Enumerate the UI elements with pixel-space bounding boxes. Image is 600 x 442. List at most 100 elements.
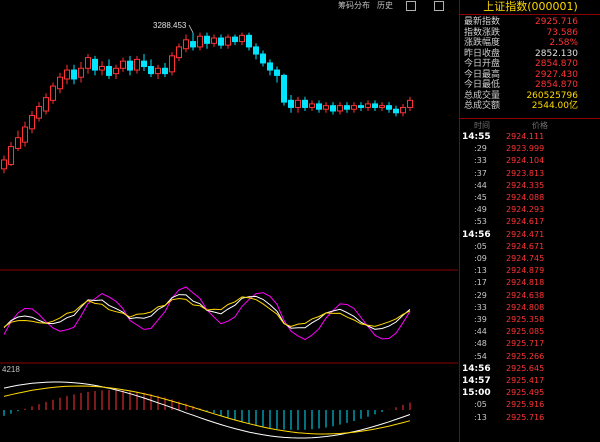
candle-body	[246, 34, 252, 48]
tick-time: :33	[474, 302, 487, 312]
tick-price: 2923.999	[506, 144, 545, 154]
candle-body	[1, 159, 7, 170]
tick-price: 2925.417	[506, 376, 545, 385]
tick-row: :33 2924.104	[460, 155, 600, 167]
candle-body	[393, 108, 399, 114]
tick-row: :49 2924.293	[460, 204, 600, 216]
tick-price: 2924.808	[506, 302, 545, 312]
stat-value: 260525796	[526, 90, 578, 101]
candle-body	[155, 67, 161, 75]
tick-time: :49	[474, 205, 487, 215]
chip-distribution-link[interactable]: 筹码分布	[338, 0, 370, 12]
candle-body	[379, 105, 385, 108]
tick-row: :33 2924.808	[460, 302, 600, 314]
candle-body	[99, 66, 105, 71]
tick-row: :39 2925.358	[460, 314, 600, 326]
candle-body	[148, 66, 154, 75]
candle-body	[141, 60, 147, 67]
kline-chart-svg: 3288.453 4218	[0, 21, 458, 439]
candle-body	[344, 105, 350, 110]
candle-body	[204, 35, 210, 44]
candle-body	[288, 99, 294, 108]
stat-label: 指数涨跌	[464, 27, 501, 38]
tick-price: 2924.088	[506, 193, 545, 202]
stat-row: 今日开盘 2854.870	[464, 59, 578, 69]
tick-price: 2925.716	[506, 412, 545, 422]
tick-row: :13 2925.716	[460, 412, 600, 424]
candle-body	[50, 85, 56, 101]
tick-row: :44 2924.335	[460, 180, 600, 192]
history-link[interactable]: 历史	[377, 0, 393, 12]
tick-row: :17 2924.818	[460, 277, 600, 289]
stat-value: 2854.870	[535, 80, 578, 90]
ticks-header-price: 价格	[532, 121, 548, 130]
stat-value: 2.58%	[549, 38, 578, 48]
tick-row: :29 2923.999	[460, 143, 600, 155]
stat-label: 总成交量	[464, 90, 501, 101]
tick-row: :44 2925.085	[460, 326, 600, 338]
tick-time: :33	[474, 156, 487, 166]
high-price-pointer	[188, 24, 194, 33]
candle-body	[407, 99, 413, 108]
tick-row: 14:57 2925.417	[460, 375, 600, 387]
quote-panel: 上证指数(000001) 最新指数 2925.716 指数涨跌 73.586 涨跌幅度 2…	[459, 0, 600, 442]
tick-price: 2925.085	[506, 327, 545, 337]
tick-price: 2924.818	[506, 278, 545, 288]
tick-price: 2925.645	[506, 363, 545, 373]
tick-time: :44	[474, 327, 487, 337]
candle-body	[211, 37, 217, 44]
stat-row: 指数涨跌 73.586	[464, 27, 578, 38]
candle-body	[365, 103, 371, 108]
candle-body	[176, 46, 182, 59]
tick-time: 14:55	[462, 132, 491, 142]
candle-body	[281, 74, 287, 103]
kline-chart-area[interactable]: 3288.453 4218 筹码分布 历史	[0, 0, 458, 442]
tick-row: :53 2924.617	[460, 216, 600, 228]
tick-time: 14:57	[462, 376, 491, 386]
candle-body	[85, 57, 91, 69]
tick-price: 2924.638	[506, 290, 545, 300]
candle-body	[351, 105, 357, 110]
candle-body	[64, 69, 70, 80]
candle-body	[253, 46, 259, 55]
tick-row: :05 2924.671	[460, 241, 600, 253]
candle-body	[162, 67, 168, 75]
tick-time: :37	[474, 168, 487, 178]
stat-row: 昨日收盘 2852.130	[464, 49, 578, 59]
candle-body	[29, 114, 35, 130]
tick-row: 14:56 2925.645	[460, 363, 600, 375]
tick-time: :29	[474, 144, 487, 154]
macd-value-label: 4218	[2, 365, 20, 374]
tick-price: 2924.111	[506, 132, 545, 141]
toggle-box-2[interactable]	[434, 1, 444, 11]
stat-label: 总成交额	[464, 101, 501, 111]
tick-row: 14:55 2924.111	[460, 131, 600, 143]
kdj-d-line	[3, 296, 411, 328]
candle-body	[260, 53, 266, 64]
stat-row: 总成交额 2544.00亿	[464, 101, 578, 111]
tick-time: 14:56	[462, 229, 491, 240]
stat-row: 今日最低 2854.870	[464, 80, 578, 90]
tick-time: :09	[474, 254, 487, 263]
tick-time: :45	[474, 193, 487, 202]
tick-price: 2924.745	[506, 254, 545, 263]
stat-value: 2852.130	[535, 48, 578, 59]
candle-body	[120, 60, 126, 69]
tick-row: :09 2924.745	[460, 253, 600, 265]
candle-body	[323, 105, 329, 110]
panel-divider	[460, 118, 600, 119]
toggle-box-1[interactable]	[406, 1, 416, 11]
candle-body	[22, 126, 28, 143]
stat-value: 73.586	[546, 27, 579, 38]
tick-price: 2924.471	[506, 229, 545, 239]
stat-label: 今日开盘	[464, 59, 501, 69]
tick-row: :48 2925.717	[460, 338, 600, 350]
tick-time: :13	[474, 412, 487, 422]
tick-row: 14:56 2924.471	[460, 229, 600, 241]
tick-row: :37 2923.813	[460, 168, 600, 180]
candle-body	[43, 97, 49, 112]
tick-time: :13	[474, 266, 487, 276]
kdj-k-line	[3, 294, 411, 330]
tick-row: :45 2924.088	[460, 192, 600, 204]
ticks-header-time: 时间	[474, 121, 490, 130]
